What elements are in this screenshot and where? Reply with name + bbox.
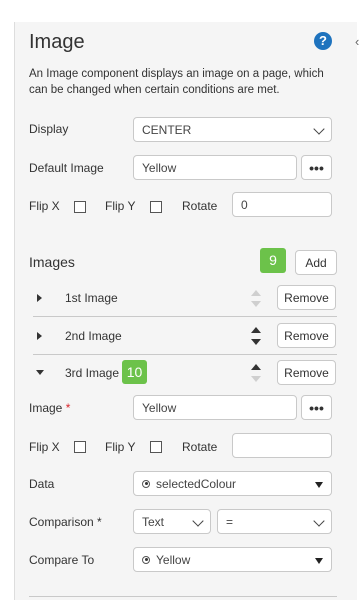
display-label: Display [29, 122, 69, 136]
divider [33, 354, 337, 355]
compare-to-select[interactable]: Yellow [133, 547, 332, 572]
top-bar [0, 0, 363, 22]
expand-1st-image-icon[interactable] [37, 294, 42, 302]
comparison-operator-value: = [226, 514, 234, 529]
scrollbar-track[interactable] [357, 22, 363, 600]
flip-y-label: Flip Y [105, 199, 136, 213]
remove-2nd-image-button[interactable]: Remove [277, 323, 336, 348]
panel-title: Image [29, 31, 85, 53]
image-value: Yellow [142, 400, 177, 415]
flip-x-checkbox-2[interactable] [74, 441, 86, 453]
default-image-value: Yellow [142, 160, 177, 175]
remove-1st-image-button[interactable]: Remove [277, 285, 336, 310]
rotate-label: Rotate [182, 199, 218, 213]
flip-x-checkbox[interactable] [74, 201, 86, 213]
variable-icon [142, 479, 150, 488]
flip-x-label-2: Flip X [29, 440, 60, 454]
collapse-3rd-image-icon[interactable] [36, 370, 44, 375]
move-up-3rd-icon[interactable] [251, 364, 261, 370]
flip-y-label-2: Flip Y [105, 440, 136, 454]
rotate-input-2[interactable] [232, 433, 332, 458]
remove-3rd-image-button[interactable]: Remove [277, 360, 336, 385]
image-input[interactable]: Yellow [133, 395, 297, 420]
data-value: selectedColour [156, 476, 237, 491]
variable-icon [142, 555, 150, 564]
more-icon: ••• [309, 399, 324, 416]
comparison-operator-select[interactable]: = [217, 509, 332, 534]
display-value: CENTER [142, 122, 192, 137]
flip-x-label: Flip X [29, 199, 60, 213]
default-image-input[interactable]: Yellow [133, 155, 297, 180]
image-item-1-label: 1st Image [65, 291, 118, 305]
move-up-2nd-icon[interactable] [251, 327, 261, 333]
flip-y-checkbox-2[interactable] [150, 441, 162, 453]
images-heading: Images [29, 254, 75, 270]
chevron-down-icon [313, 122, 325, 135]
divider [29, 596, 337, 597]
step-badge-10: 10 [122, 360, 147, 384]
add-image-button[interactable]: Add [295, 250, 337, 275]
image-item-2-label: 2nd Image [65, 329, 122, 343]
step-badge-9: 9 [260, 248, 286, 273]
more-icon: ••• [309, 159, 324, 176]
data-select[interactable]: selectedColour [133, 471, 332, 496]
compare-to-label: Compare To [29, 553, 95, 567]
move-up-1st-icon [251, 290, 261, 296]
default-image-label: Default Image [29, 161, 104, 175]
rotate-label-2: Rotate [182, 440, 218, 454]
move-down-1st-icon [251, 301, 261, 307]
image-label: Image * [29, 401, 71, 415]
display-select[interactable]: CENTER [133, 117, 332, 142]
rotate-value: 0 [241, 197, 248, 212]
caret-down-icon [315, 481, 323, 488]
default-image-browse-button[interactable]: ••• [301, 155, 332, 180]
expand-2nd-image-icon[interactable] [37, 332, 42, 340]
chevron-down-icon [313, 514, 325, 527]
collapse-panel-icon[interactable]: ‹ [355, 34, 359, 49]
divider [33, 316, 337, 317]
compare-to-value: Yellow [156, 552, 191, 567]
flip-y-checkbox[interactable] [150, 201, 162, 213]
comparison-label: Comparison * [29, 515, 102, 529]
image-browse-button[interactable]: ••• [301, 395, 332, 420]
panel-description: An Image component displays an image on … [29, 68, 324, 96]
move-down-3rd-icon [251, 376, 261, 382]
move-down-2nd-icon[interactable] [251, 339, 261, 345]
image-item-3-label: 3rd Image [65, 366, 120, 380]
caret-down-icon [315, 557, 323, 564]
chevron-down-icon [192, 514, 204, 527]
rotate-input[interactable]: 0 [232, 192, 332, 217]
data-label: Data [29, 477, 55, 491]
comparison-type-value: Text [142, 514, 165, 529]
help-icon[interactable]: ? [314, 32, 332, 50]
comparison-type-select[interactable]: Text [133, 509, 211, 534]
